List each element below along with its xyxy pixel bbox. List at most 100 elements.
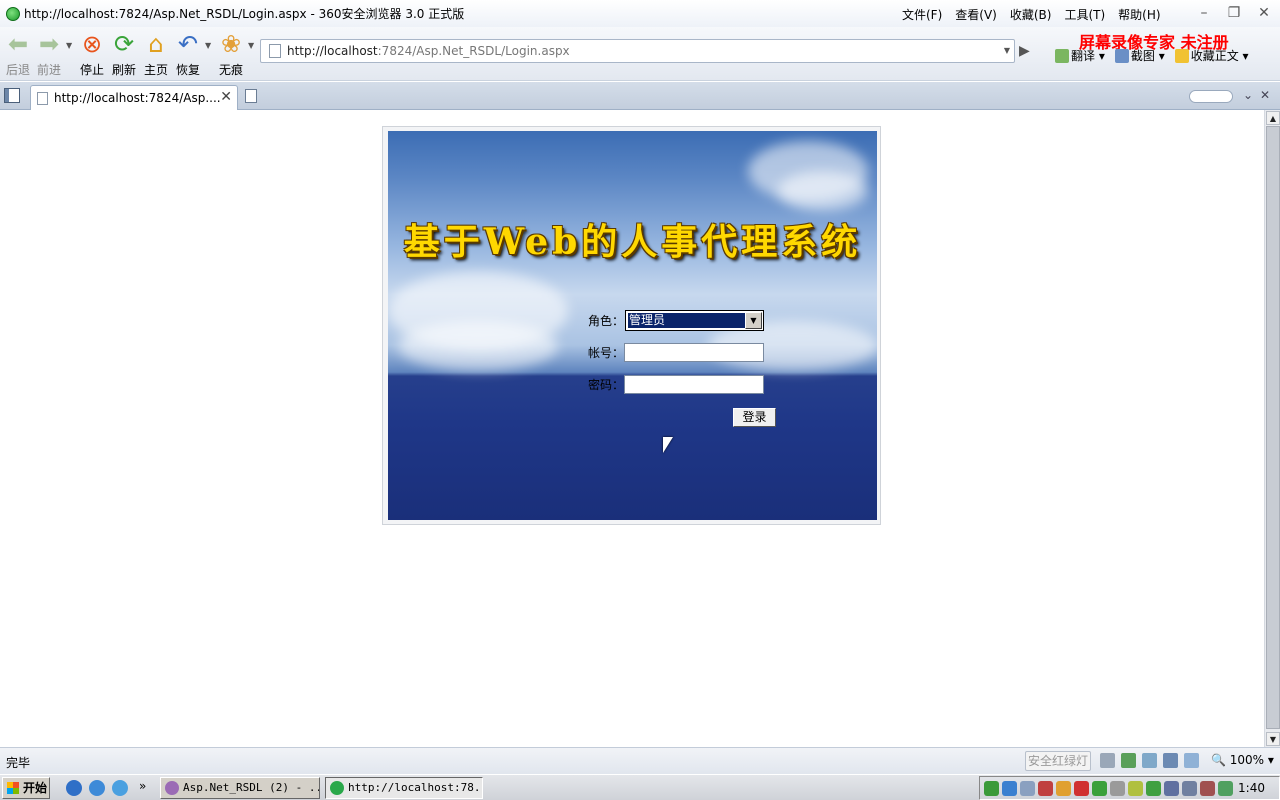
address-dropdown-icon[interactable]: ▼ <box>1004 46 1010 55</box>
browser-logo-icon <box>6 6 20 21</box>
download-icon[interactable] <box>1100 753 1115 768</box>
tray-icon[interactable] <box>1218 781 1233 796</box>
tray-icon[interactable] <box>1110 781 1125 796</box>
status-bar: 完毕 安全红绿灯 🔍 100% ▾ <box>0 747 1280 774</box>
history-dropdown-icon[interactable]: ▼ <box>66 41 72 50</box>
security-icon[interactable] <box>1121 753 1136 768</box>
monitor-icon[interactable] <box>1163 753 1178 768</box>
tab-list-icon[interactable]: ⌄ <box>1243 88 1253 102</box>
stop-button[interactable]: ⊗ 停止 <box>75 31 109 78</box>
tray-icon[interactable] <box>1020 781 1035 796</box>
private-label: 无痕 <box>218 63 243 77</box>
home-icon: ⌂ <box>148 30 164 58</box>
status-text: 完毕 <box>6 756 31 770</box>
ie-icon[interactable] <box>66 780 82 796</box>
home-button[interactable]: ⌂ 主页 <box>139 31 173 78</box>
account-label: 帐号： <box>588 346 625 360</box>
close-window-icon[interactable]: ✕ <box>1254 4 1274 22</box>
back-button[interactable]: ⬅ 后退 <box>1 31 35 78</box>
forward-button[interactable]: ➡ 前进 <box>32 31 66 78</box>
login-panel: 基于Web的人事代理系统 角色： 管理员 ▼ 帐号： 密码： 登录 <box>388 131 877 520</box>
tab-search-input[interactable] <box>1189 90 1233 103</box>
taskbar: 开始 » Asp.Net_RSDL (2) - ... http://local… <box>0 774 1280 800</box>
window-title-bar: http://localhost:7824/Asp.Net_RSDL/Login… <box>0 0 1280 27</box>
restore-label: 恢复 <box>175 63 200 77</box>
scroll-down-icon[interactable]: ▼ <box>1266 732 1280 746</box>
navigation-toolbar: ⬅ 后退 ➡ 前进 ▼ ⊗ 停止 ⟳ 刷新 ⌂ 主页 ↶ 恢复 ▼ ❀ 无痕 ▼… <box>0 27 1280 81</box>
restore-button[interactable]: ↶ 恢复 <box>171 31 205 78</box>
zoom-level[interactable]: 🔍 100% ▾ <box>1211 753 1274 767</box>
tray-icon[interactable] <box>1074 781 1089 796</box>
vertical-scrollbar[interactable]: ▲ ▼ <box>1264 110 1280 747</box>
tray-icon[interactable] <box>1128 781 1143 796</box>
menu-favorites[interactable]: 收藏(B) <box>1010 6 1052 23</box>
tray-icon[interactable] <box>1056 781 1071 796</box>
address-url[interactable]: http://localhost:7824/Asp.Net_RSDL/Login… <box>287 44 570 58</box>
translate-button[interactable]: 翻译 ▾ <box>1055 47 1105 64</box>
undo-icon: ↶ <box>177 30 199 58</box>
private-mode-button[interactable]: ❀ 无痕 <box>214 31 248 78</box>
refresh-label: 刷新 <box>111 63 136 77</box>
scroll-up-icon[interactable]: ▲ <box>1266 111 1280 125</box>
cloud <box>398 321 558 371</box>
refresh-button[interactable]: ⟳ 刷新 <box>107 31 141 78</box>
restore-window-icon[interactable]: ❐ <box>1224 4 1244 22</box>
menu-view[interactable]: 查看(V) <box>955 6 997 23</box>
tray-icon[interactable] <box>1092 781 1107 796</box>
window-title: http://localhost:7824/Asp.Net_RSDL/Login… <box>24 7 465 21</box>
login-frame: 基于Web的人事代理系统 角色： 管理员 ▼ 帐号： 密码： 登录 <box>382 126 881 525</box>
volume-icon[interactable] <box>1184 753 1199 768</box>
page-icon <box>269 44 281 58</box>
menu-file[interactable]: 文件(F) <box>902 6 942 23</box>
tray-icon[interactable] <box>1164 781 1179 796</box>
tab-strip: http://localhost:7824/Asp.... ✕ ⌄ ✕ <box>0 82 1280 110</box>
tray-icon[interactable] <box>1200 781 1215 796</box>
role-label: 角色： <box>588 314 625 328</box>
menu-tools[interactable]: 工具(T) <box>1064 6 1105 23</box>
quicklaunch-icon[interactable] <box>89 780 105 796</box>
tray-icon[interactable] <box>1182 781 1197 796</box>
tab-login[interactable]: http://localhost:7824/Asp.... ✕ <box>30 85 238 110</box>
start-button[interactable]: 开始 <box>2 777 50 799</box>
screenshot-button[interactable]: 截图 ▾ <box>1114 47 1165 64</box>
browser-logo-icon <box>330 781 344 795</box>
favorite-text-button[interactable]: 收藏正文 ▾ <box>1174 47 1249 64</box>
tray-icon[interactable] <box>1146 781 1161 796</box>
forward-label: 前进 <box>36 63 61 77</box>
more-icon[interactable]: » <box>139 779 146 793</box>
mouse-cursor-icon <box>663 437 673 453</box>
minimize-icon[interactable]: – <box>1194 4 1214 22</box>
tray-icon[interactable] <box>1002 781 1017 796</box>
taskbar-item-vs[interactable]: Asp.Net_RSDL (2) - ... <box>160 777 320 799</box>
stop-icon: ⊗ <box>81 30 103 58</box>
password-input[interactable] <box>624 375 764 394</box>
tray-icon[interactable] <box>1038 781 1053 796</box>
new-tab-icon[interactable] <box>245 89 257 103</box>
back-icon: ⬅ <box>7 30 29 58</box>
close-icon[interactable]: ✕ <box>220 89 232 105</box>
address-bar[interactable]: http://localhost:7824/Asp.Net_RSDL/Login… <box>260 39 1015 63</box>
role-select[interactable]: 管理员 ▼ <box>625 310 764 331</box>
tab-label: http://localhost:7824/Asp.... <box>54 91 221 105</box>
close-tab-strip-icon[interactable]: ✕ <box>1260 88 1270 102</box>
private-dropdown-icon[interactable]: ▼ <box>248 41 254 50</box>
tray-icon[interactable] <box>984 781 999 796</box>
favorite-text-label: 收藏正文 <box>1190 49 1239 63</box>
home-label: 主页 <box>143 63 168 77</box>
quicklaunch-icon[interactable] <box>112 780 128 796</box>
menu-help[interactable]: 帮助(H) <box>1118 6 1160 23</box>
safety-light-button[interactable]: 安全红绿灯 <box>1025 751 1091 771</box>
taskbar-item-browser[interactable]: http://localhost:78... <box>325 777 483 799</box>
go-icon[interactable]: ▶ <box>1019 43 1030 59</box>
login-button[interactable]: 登录 <box>733 408 776 427</box>
sidebar-toggle-icon[interactable] <box>4 88 20 103</box>
forward-icon: ➡ <box>38 30 60 58</box>
translate-label: 翻译 <box>1071 49 1096 63</box>
restore-dropdown-icon[interactable]: ▼ <box>205 41 211 50</box>
visual-studio-icon <box>165 781 179 795</box>
scroll-thumb[interactable] <box>1266 126 1280 729</box>
page-tools-icon[interactable] <box>1142 753 1157 768</box>
chevron-down-icon[interactable]: ▼ <box>745 312 762 329</box>
clock: 1:40 <box>1238 781 1265 795</box>
account-input[interactable] <box>624 343 764 362</box>
